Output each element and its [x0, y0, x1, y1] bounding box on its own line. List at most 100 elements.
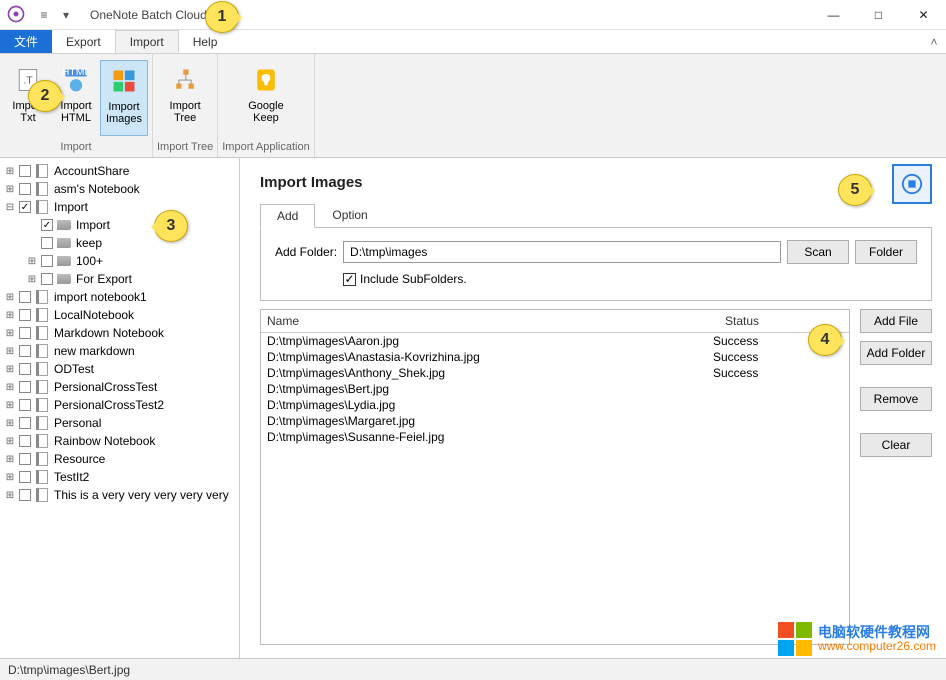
notebook-icon — [34, 344, 50, 358]
notebook-tree[interactable]: ⊞AccountShare⊞asm's Notebook⊟ImportImpor… — [0, 158, 240, 658]
tab-export[interactable]: Export — [52, 30, 115, 53]
ribbon-group-label: Import Application — [222, 139, 309, 157]
expand-icon[interactable]: ⊞ — [4, 184, 16, 195]
expand-icon[interactable]: ⊟ — [4, 202, 16, 213]
tree-checkbox[interactable] — [19, 309, 31, 321]
expand-icon[interactable]: ⊞ — [4, 364, 16, 375]
expand-icon[interactable]: ⊞ — [4, 454, 16, 465]
tree-checkbox[interactable] — [41, 273, 53, 285]
tree-row[interactable]: ⊞Resource — [0, 450, 239, 468]
tree-checkbox[interactable] — [19, 471, 31, 483]
tree-row[interactable]: ⊞ODTest — [0, 360, 239, 378]
tree-checkbox[interactable] — [19, 381, 31, 393]
quick-dropdown-icon[interactable]: ▾ — [56, 5, 76, 25]
add-folder-button[interactable]: Add Folder — [860, 341, 932, 365]
file-row[interactable]: D:\tmp\images\Susanne-Feiel.jpg — [261, 429, 849, 445]
tree-checkbox[interactable] — [19, 201, 31, 213]
add-file-button[interactable]: Add File — [860, 309, 932, 333]
collapse-ribbon-icon[interactable]: ˄ — [922, 30, 946, 53]
tree-checkbox[interactable] — [19, 453, 31, 465]
file-row[interactable]: D:\tmp\images\Bert.jpg — [261, 381, 849, 397]
file-row[interactable]: D:\tmp\images\Aaron.jpgSuccess — [261, 333, 849, 349]
tab-file[interactable]: 文件 — [0, 30, 52, 53]
minimize-button[interactable]: — — [811, 0, 856, 30]
col-name[interactable]: Name — [261, 310, 719, 332]
tab-add[interactable]: Add — [260, 204, 315, 228]
tree-row[interactable]: ⊞Personal — [0, 414, 239, 432]
expand-icon[interactable]: ⊞ — [4, 400, 16, 411]
ribbon-icon — [169, 64, 201, 96]
section-icon — [56, 272, 72, 286]
tree-checkbox[interactable] — [19, 327, 31, 339]
expand-icon[interactable]: ⊞ — [4, 472, 16, 483]
tree-checkbox[interactable] — [19, 291, 31, 303]
ribbon-import-tree[interactable]: Import Tree — [161, 60, 209, 136]
file-row[interactable]: D:\tmp\images\Anthony_Shek.jpgSuccess — [261, 365, 849, 381]
folder-path-input[interactable] — [343, 241, 781, 263]
file-list[interactable]: Name Status D:\tmp\images\Aaron.jpgSucce… — [260, 309, 850, 645]
tree-checkbox[interactable] — [41, 255, 53, 267]
tree-row[interactable]: ⊞PersionalCrossTest — [0, 378, 239, 396]
expand-icon[interactable]: ⊞ — [4, 310, 16, 321]
tree-checkbox[interactable] — [19, 183, 31, 195]
notebook-icon — [34, 434, 50, 448]
tree-row[interactable]: ⊞import notebook1 — [0, 288, 239, 306]
tree-row[interactable]: ⊞ asm's Notebook — [0, 180, 239, 198]
tree-row[interactable]: ⊞Markdown Notebook — [0, 324, 239, 342]
folder-button[interactable]: Folder — [855, 240, 917, 264]
ribbon-google-keep[interactable]: Google Keep — [242, 60, 290, 136]
tab-import[interactable]: Import — [115, 30, 179, 53]
clear-button[interactable]: Clear — [860, 433, 932, 457]
expand-icon[interactable]: ⊞ — [4, 490, 16, 501]
tree-row[interactable]: keep — [0, 234, 239, 252]
tree-checkbox[interactable] — [19, 417, 31, 429]
expand-icon[interactable]: ⊞ — [4, 292, 16, 303]
tab-help[interactable]: Help — [179, 30, 232, 53]
tree-label: 100+ — [76, 254, 103, 268]
tree-row[interactable]: ⊞Rainbow Notebook — [0, 432, 239, 450]
tab-option[interactable]: Option — [315, 203, 384, 227]
ribbon-import-images[interactable]: Import Images — [100, 60, 148, 136]
expand-icon[interactable]: ⊞ — [4, 382, 16, 393]
scan-button[interactable]: Scan — [787, 240, 849, 264]
close-button[interactable]: ✕ — [901, 0, 946, 30]
expand-icon[interactable]: ⊞ — [26, 256, 38, 267]
maximize-button[interactable]: □ — [856, 0, 901, 30]
notebook-icon — [34, 362, 50, 376]
tree-label: Import — [76, 218, 110, 232]
tree-label: asm's Notebook — [54, 182, 140, 196]
quick-access-button[interactable]: ≡ — [34, 5, 54, 25]
tree-checkbox[interactable] — [19, 489, 31, 501]
expand-icon[interactable]: ⊞ — [26, 274, 38, 285]
file-name: D:\tmp\images\Anthony_Shek.jpg — [267, 366, 713, 380]
tree-checkbox[interactable] — [19, 345, 31, 357]
remove-button[interactable]: Remove — [860, 387, 932, 411]
file-row[interactable]: D:\tmp\images\Lydia.jpg — [261, 397, 849, 413]
stop-button[interactable] — [892, 164, 932, 204]
tree-row[interactable]: ⊞This is a very very very very very — [0, 486, 239, 504]
expand-icon[interactable]: ⊞ — [4, 436, 16, 447]
tree-row[interactable]: ⊞PersionalCrossTest2 — [0, 396, 239, 414]
tree-row[interactable]: ⊞TestIt2 — [0, 468, 239, 486]
file-row[interactable]: D:\tmp\images\Margaret.jpg — [261, 413, 849, 429]
include-subfolders-checkbox[interactable]: ✓ — [343, 273, 356, 286]
tree-checkbox[interactable] — [41, 237, 53, 249]
ribbon-icon — [250, 64, 282, 96]
expand-icon[interactable]: ⊞ — [4, 418, 16, 429]
tree-row[interactable]: ⊟Import — [0, 198, 239, 216]
expand-icon[interactable]: ⊞ — [4, 346, 16, 357]
tree-row[interactable]: ⊞AccountShare — [0, 162, 239, 180]
expand-icon[interactable]: ⊞ — [4, 166, 16, 177]
file-row[interactable]: D:\tmp\images\Anastasia-Kovrizhina.jpgSu… — [261, 349, 849, 365]
tree-checkbox[interactable] — [19, 165, 31, 177]
tree-row[interactable]: ⊞For Export — [0, 270, 239, 288]
tree-row[interactable]: ⊞LocalNotebook — [0, 306, 239, 324]
tree-checkbox[interactable] — [41, 219, 53, 231]
tree-row[interactable]: ⊞new markdown — [0, 342, 239, 360]
tree-row[interactable]: Import — [0, 216, 239, 234]
tree-checkbox[interactable] — [19, 363, 31, 375]
tree-checkbox[interactable] — [19, 435, 31, 447]
tree-row[interactable]: ⊞ 100+ — [0, 252, 239, 270]
expand-icon[interactable]: ⊞ — [4, 328, 16, 339]
tree-checkbox[interactable] — [19, 399, 31, 411]
